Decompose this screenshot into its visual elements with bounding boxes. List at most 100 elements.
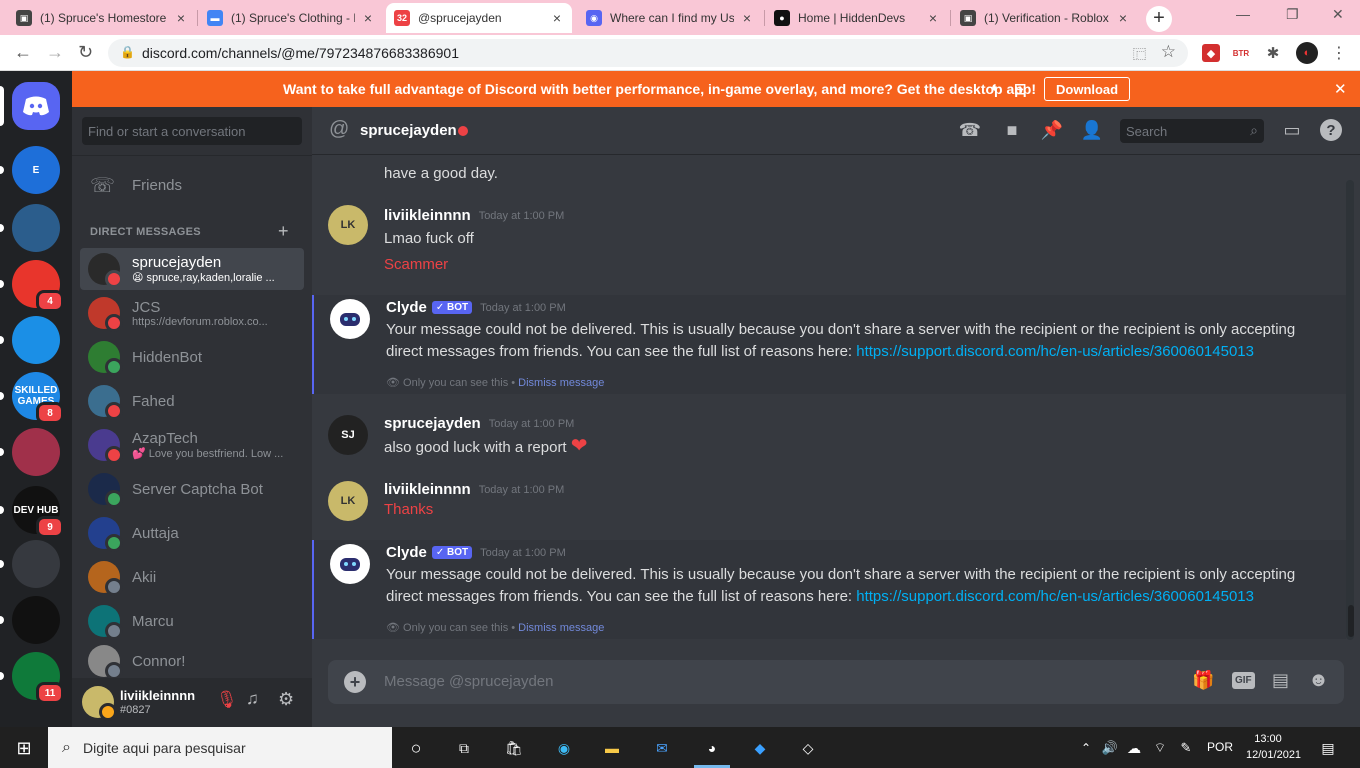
dismiss-message-link[interactable]: Dismiss message xyxy=(518,377,604,389)
pin-icon[interactable]: 📌 xyxy=(1040,118,1064,142)
discord-home-button[interactable] xyxy=(12,82,60,130)
chrome-icon[interactable]: ◕ xyxy=(700,736,724,760)
menu-icon[interactable]: ⋮ xyxy=(1330,44,1348,62)
close-icon[interactable]: × xyxy=(550,10,564,26)
volume-icon[interactable]: 🔊 xyxy=(1098,736,1122,760)
dm-item[interactable]: HiddenBot xyxy=(80,336,304,378)
new-tab-button[interactable]: + xyxy=(1146,6,1172,32)
close-window-icon[interactable]: ✕ xyxy=(1332,6,1344,23)
server-icon[interactable]: 4 xyxy=(12,260,64,312)
dm-item[interactable]: Server Captcha Bot xyxy=(80,468,304,510)
server-icon[interactable]: 11 xyxy=(12,652,64,704)
browser-tab[interactable]: ● Home | HiddenDevs × xyxy=(766,3,948,33)
dm-item[interactable]: AzapTech 💕 Love you bestfriend. Low ... xyxy=(80,424,304,466)
browser-tab[interactable]: ▣ (1) Verification - Roblox × xyxy=(952,3,1138,33)
onedrive-icon[interactable]: ☁ xyxy=(1122,736,1146,760)
voice-call-icon[interactable]: ☎ xyxy=(958,118,982,142)
dm-item[interactable]: Auttaja xyxy=(80,512,304,554)
user-avatar[interactable] xyxy=(82,686,117,721)
profile-avatar[interactable]: ◐ xyxy=(1296,42,1318,64)
emoji-icon[interactable]: ☻ xyxy=(1308,669,1329,692)
task-view-icon[interactable]: ⧉ xyxy=(452,736,476,760)
extension-icon[interactable]: ◆ xyxy=(1202,44,1220,62)
taskbar-search[interactable]: ⌕ Digite aqui para pesquisar xyxy=(48,727,392,768)
sticker-icon[interactable]: ▤ xyxy=(1272,670,1289,691)
dm-item[interactable]: JCS https://devforum.roblox.co... xyxy=(80,292,304,334)
clyde-message[interactable]: Clyde ✓ BOT Today at 1:00 PM Your message … xyxy=(312,540,1346,639)
gif-button[interactable]: GIF xyxy=(1232,672,1255,689)
language-indicator[interactable]: POR xyxy=(1207,740,1233,754)
puzzle-icon[interactable]: ✱ xyxy=(1264,44,1282,62)
message[interactable]: LK liviikleinnnn Today at 1:00 PM Thanks xyxy=(312,475,1346,525)
browser-tab[interactable]: ▬(1) Spruce's Clothing - Roblox× xyxy=(199,3,383,33)
close-icon[interactable]: ✕ xyxy=(1334,80,1347,98)
roblox-studio-icon[interactable]: ◆ xyxy=(748,736,772,760)
support-link[interactable]: https://support.discord.com/hc/en-us/art… xyxy=(856,343,1254,360)
video-call-icon[interactable]: ■ xyxy=(1000,118,1024,142)
inbox-icon[interactable]: ▭ xyxy=(1280,118,1304,142)
add-friend-icon[interactable]: 👤 xyxy=(1080,118,1104,142)
roblox-icon[interactable]: ◇ xyxy=(796,736,820,760)
find-conversation-input[interactable]: Find or start a conversation xyxy=(82,117,302,145)
server-icon[interactable]: E xyxy=(12,146,60,194)
edge-icon[interactable]: ◉ xyxy=(552,736,576,760)
close-icon[interactable]: × xyxy=(361,10,375,26)
browser-tab[interactable]: ▣(1) Spruce's Homestore - Roblox× xyxy=(8,3,196,33)
mail-icon[interactable]: ✉ xyxy=(650,736,674,760)
windows-start-icon[interactable]: ⊞ xyxy=(12,736,36,760)
dm-item[interactable]: Connor! xyxy=(80,644,304,680)
wifi-icon[interactable]: ⌔ xyxy=(1148,736,1172,760)
store-icon[interactable]: 🛍 xyxy=(502,736,526,760)
download-button[interactable]: Download xyxy=(1044,77,1131,101)
server-icon[interactable] xyxy=(12,204,60,252)
support-link[interactable]: https://support.discord.com/hc/en-us/art… xyxy=(856,588,1254,605)
close-icon[interactable]: × xyxy=(740,10,754,26)
server-icon[interactable] xyxy=(12,316,60,364)
extension-icon[interactable]: BTR xyxy=(1232,44,1250,62)
dm-item[interactable]: sprucejayden 😫 spruce,ray,kaden,loralie .… xyxy=(80,248,304,290)
browser-tab[interactable]: ◉Where can I find my User ID?× xyxy=(578,3,762,33)
close-icon[interactable]: × xyxy=(174,10,188,26)
minimize-icon[interactable]: — xyxy=(1236,6,1250,22)
bookmark-star-icon[interactable]: ☆ xyxy=(1161,42,1176,62)
help-icon[interactable]: ? xyxy=(1320,119,1342,141)
user-avatar[interactable]: LK xyxy=(328,481,368,521)
dm-item[interactable]: Akii xyxy=(80,556,304,598)
headphones-icon[interactable]: ♫ xyxy=(246,689,259,709)
server-icon[interactable] xyxy=(12,428,60,476)
url-bar[interactable]: 🔒 discord.com/channels/@me/7972348766833… xyxy=(108,39,1188,67)
clock[interactable]: 13:00 12/01/2021 xyxy=(1246,733,1301,761)
clyde-message[interactable]: Clyde ✓ BOT Today at 1:00 PM Your message … xyxy=(312,295,1346,394)
tray-chevron-icon[interactable]: ⌃ xyxy=(1074,736,1098,760)
explorer-icon[interactable]: ▬ xyxy=(600,736,624,760)
dm-item[interactable]: Marcu xyxy=(80,600,304,642)
user-avatar[interactable]: LK xyxy=(328,205,368,245)
back-icon[interactable]: ← xyxy=(14,42,32,63)
translate-icon[interactable]: ⿸ xyxy=(1133,44,1146,63)
scrollbar-track[interactable] xyxy=(1346,180,1354,640)
pen-icon[interactable]: ✎ xyxy=(1174,736,1198,760)
message-input[interactable]: Message @sprucejayden xyxy=(384,673,553,690)
cortana-icon[interactable]: ○ xyxy=(404,736,428,760)
browser-tab-active[interactable]: 32 @sprucejayden × xyxy=(386,3,572,33)
gift-icon[interactable]: 🎁 xyxy=(1192,670,1214,691)
forward-icon[interactable]: → xyxy=(46,42,64,63)
message[interactable]: SJ sprucejayden Today at 1:00 PM also goo… xyxy=(312,409,1346,461)
dismiss-message-link[interactable]: Dismiss message xyxy=(518,622,604,634)
user-avatar[interactable]: SJ xyxy=(328,415,368,455)
message[interactable]: LK liviikleinnnn Today at 1:00 PM Lmao fu… xyxy=(312,199,1346,287)
notifications-icon[interactable]: ▤ xyxy=(1316,736,1340,760)
mute-icon[interactable]: 🎙 xyxy=(216,690,238,710)
server-icon[interactable]: DEV HUB 9 xyxy=(12,486,64,538)
dm-item[interactable]: Fahed xyxy=(80,380,304,422)
scrollbar-thumb[interactable] xyxy=(1348,605,1354,637)
message-composer[interactable]: + Message @sprucejayden 🎁 GIF ▤ ☻ xyxy=(328,660,1344,704)
server-icon[interactable] xyxy=(12,540,60,588)
reload-icon[interactable]: ↻ xyxy=(78,42,93,63)
search-input[interactable]: Search ⌕ xyxy=(1120,119,1264,143)
close-icon[interactable]: × xyxy=(926,10,940,26)
attach-plus-icon[interactable]: + xyxy=(344,671,366,693)
server-icon[interactable] xyxy=(12,596,60,644)
close-icon[interactable]: × xyxy=(1116,10,1130,26)
friends-nav-item[interactable]: ☏ Friends xyxy=(80,164,304,206)
